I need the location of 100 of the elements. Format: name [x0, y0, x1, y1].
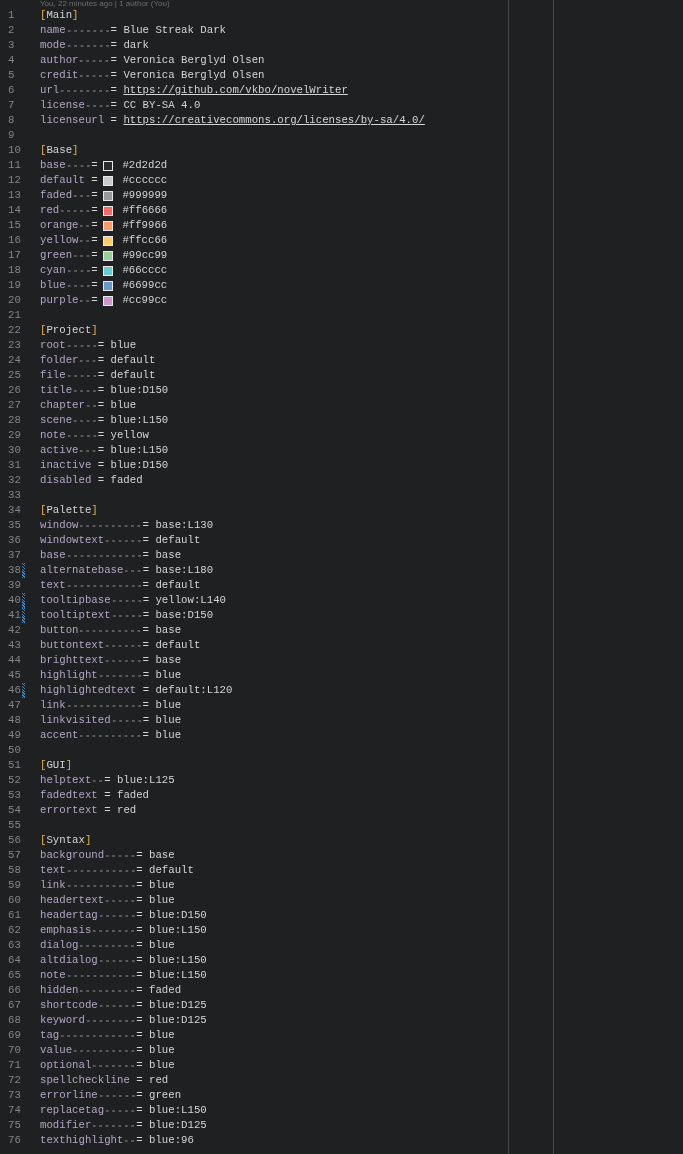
- link[interactable]: https://github.com/vkbo/novelWriter: [123, 83, 348, 98]
- line-number: 66: [7, 983, 21, 998]
- whitespace-marker: [59, 209, 92, 212]
- line-number: 21: [7, 308, 21, 323]
- line-number: 20: [7, 293, 21, 308]
- line-number: 45: [7, 668, 21, 683]
- setting-value: yellow:L140: [155, 593, 226, 608]
- setting-key: title: [40, 383, 73, 398]
- whitespace-marker: [84, 104, 111, 107]
- whitespace-marker: [78, 59, 111, 62]
- setting-key: folder: [40, 353, 79, 368]
- whitespace-marker: [78, 524, 143, 527]
- equals-sign: =: [104, 803, 111, 818]
- whitespace-marker: [104, 1109, 137, 1112]
- color-swatch[interactable]: [104, 236, 113, 245]
- color-swatch[interactable]: [104, 206, 113, 215]
- setting-value: Blue Streak Dark: [123, 23, 226, 38]
- line-number: 2: [7, 23, 15, 38]
- setting-value: #cc99cc: [122, 293, 168, 308]
- setting-key: text: [40, 578, 66, 593]
- whitespace-marker: [78, 74, 111, 77]
- line-number: 41: [7, 608, 21, 623]
- color-swatch[interactable]: [104, 296, 113, 305]
- color-swatch[interactable]: [104, 176, 113, 185]
- line-number: 30: [7, 443, 21, 458]
- setting-key: base: [40, 158, 66, 173]
- equals-sign: =: [136, 1073, 143, 1088]
- line-number: 75: [7, 1118, 21, 1133]
- whitespace-marker: [78, 944, 137, 947]
- whitespace-marker: [78, 449, 98, 452]
- section-header: [Palette]: [40, 503, 98, 518]
- setting-value: base:D150: [155, 608, 214, 623]
- setting-key: mode: [40, 38, 66, 53]
- setting-value: blue:L150: [149, 968, 207, 983]
- equals-sign: =: [136, 953, 143, 968]
- equals-sign: =: [136, 893, 143, 908]
- whitespace-marker: [59, 89, 111, 92]
- setting-value: default: [110, 368, 156, 383]
- whitespace-marker: [104, 644, 143, 647]
- equals-sign: =: [110, 83, 117, 98]
- equals-sign: =: [142, 593, 150, 608]
- equals-sign: =: [142, 698, 150, 713]
- line-number: 74: [7, 1103, 21, 1118]
- line-number: 38: [7, 563, 21, 578]
- whitespace-marker: [72, 419, 98, 422]
- whitespace-marker: [72, 1049, 137, 1052]
- color-swatch[interactable]: [104, 191, 113, 200]
- setting-key: name: [40, 23, 66, 38]
- setting-value: CC BY-SA 4.0: [123, 98, 201, 113]
- setting-value: blue:D125: [149, 998, 207, 1013]
- whitespace-marker: [72, 254, 92, 257]
- color-swatch[interactable]: [104, 251, 113, 260]
- setting-value: faded: [110, 473, 143, 488]
- equals-sign: =: [142, 578, 150, 593]
- line-number: 18: [7, 263, 21, 278]
- setting-key: purple: [40, 293, 79, 308]
- color-swatch[interactable]: [104, 161, 113, 170]
- whitespace-marker: [65, 434, 98, 437]
- setting-value: #ff9966: [122, 218, 168, 233]
- whitespace-marker: [65, 164, 92, 167]
- line-number: 43: [7, 638, 21, 653]
- setting-key: text: [40, 863, 66, 878]
- color-swatch[interactable]: [104, 221, 113, 230]
- line-number: 9: [7, 128, 15, 143]
- setting-key: green: [40, 248, 73, 263]
- setting-key: modifier: [40, 1118, 92, 1133]
- equals-sign: =: [142, 608, 150, 623]
- setting-value: default: [110, 353, 156, 368]
- whitespace-marker: [65, 884, 137, 887]
- whitespace-marker: [104, 539, 143, 542]
- setting-value: green: [149, 1088, 182, 1103]
- equals-sign: =: [97, 443, 105, 458]
- setting-key: fadedtext: [40, 788, 98, 803]
- setting-key: value: [40, 1043, 73, 1058]
- setting-key: headertext: [40, 893, 105, 908]
- setting-value: blue: [155, 713, 182, 728]
- whitespace-marker: [97, 674, 143, 677]
- color-swatch[interactable]: [104, 266, 113, 275]
- line-number: 17: [7, 248, 21, 263]
- whitespace-marker: [97, 1004, 137, 1007]
- setting-key: shortcode: [40, 998, 98, 1013]
- whitespace-marker: [110, 599, 143, 602]
- setting-value: blue: [149, 893, 175, 908]
- setting-key: scene: [40, 413, 73, 428]
- setting-key: optional: [40, 1058, 92, 1073]
- whitespace-marker: [110, 614, 143, 617]
- setting-value: #ff6666: [122, 203, 168, 218]
- whitespace-marker: [97, 914, 137, 917]
- equals-sign: =: [136, 1133, 143, 1148]
- equals-sign: =: [136, 863, 143, 878]
- equals-sign: =: [136, 1043, 143, 1058]
- equals-sign: =: [91, 203, 98, 218]
- setting-value: blue: [149, 938, 175, 953]
- equals-sign: =: [142, 668, 150, 683]
- link[interactable]: https://creativecommons.org/licenses/by-sa/4.0/: [123, 113, 425, 128]
- setting-key: brighttext: [40, 653, 105, 668]
- equals-sign: =: [136, 1118, 143, 1133]
- color-swatch[interactable]: [104, 281, 113, 290]
- setting-key: link: [40, 698, 66, 713]
- line-number: 56: [7, 833, 21, 848]
